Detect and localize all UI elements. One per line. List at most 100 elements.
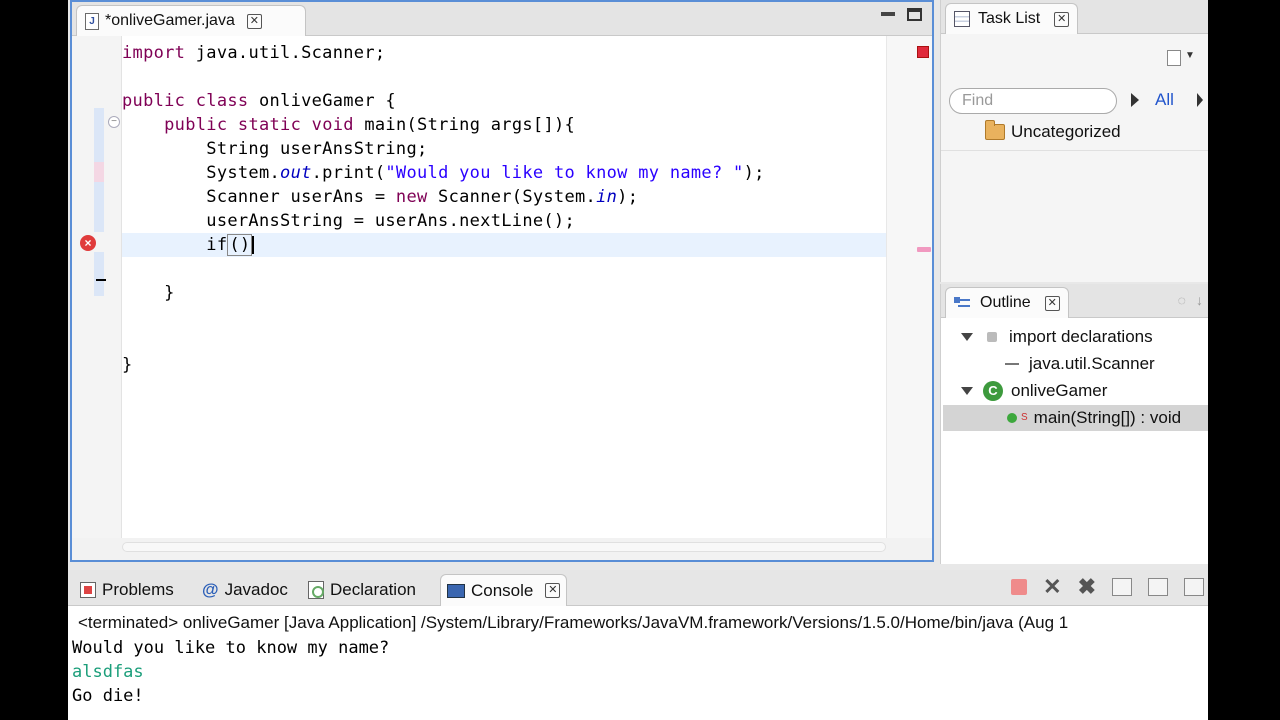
code-line-8-a: if <box>122 235 228 255</box>
remove-launch-icon[interactable]: ✕ <box>1043 576 1061 598</box>
outline-tab-bar: Outline ✕ ◌ ↓ <box>941 284 1208 318</box>
bottom-tab-bar: Problems @ Javadoc Declaration Console ✕… <box>68 570 1208 606</box>
hide-fields-icon[interactable]: ◌ <box>1178 292 1186 308</box>
code-line: } <box>122 281 175 305</box>
error-icon[interactable]: × <box>80 235 96 251</box>
close-icon[interactable]: ✕ <box>545 583 561 598</box>
code-line-6-e: ); <box>617 187 639 207</box>
minimize-icon[interactable] <box>881 12 895 16</box>
close-icon[interactable]: ✕ <box>246 13 262 29</box>
problems-icon <box>80 582 96 598</box>
tree-item-import[interactable]: java.util.Scanner <box>999 351 1155 377</box>
tab-task-list[interactable]: Task List ✕ <box>945 3 1079 34</box>
all-link[interactable]: All <box>1155 90 1174 110</box>
letterbox <box>1208 0 1280 720</box>
outline-title: Outline <box>980 294 1031 311</box>
code-line-6-c: Scanner(System. <box>427 187 597 207</box>
code-line-5-e: ); <box>743 163 765 183</box>
tab-label: Console <box>471 580 534 600</box>
sort-icon[interactable]: ↓ <box>1196 292 1203 308</box>
category-item[interactable]: Uncategorized <box>985 120 1121 142</box>
terminate-icon[interactable] <box>1011 579 1028 595</box>
class-icon: C <box>983 381 1003 401</box>
horizontal-scrollbar[interactable] <box>72 538 932 560</box>
bottom-panel: Problems @ Javadoc Declaration Console ✕… <box>68 570 1208 720</box>
tree-item-method[interactable]: S main(String[]) : void <box>943 405 1208 431</box>
new-task-icon[interactable] <box>1167 50 1181 66</box>
play-icon[interactable] <box>1131 93 1139 107</box>
category-label: Uncategorized <box>1011 122 1121 141</box>
close-icon[interactable]: ✕ <box>1044 295 1060 311</box>
task-list-title: Task List <box>978 10 1041 27</box>
code-text[interactable]: import java.util.Scanner; public class o… <box>122 36 886 538</box>
tree-item-imports[interactable]: import declarations <box>961 324 1153 350</box>
pin-console-icon[interactable] <box>1184 578 1204 596</box>
expand-icon[interactable] <box>961 333 973 341</box>
outline-icon <box>954 295 972 311</box>
maximize-icon[interactable] <box>907 8 922 21</box>
code-line: public class onliveGamer { <box>122 91 396 111</box>
task-list-tab-bar: Task List ✕ <box>941 0 1208 34</box>
console-input-line: alsdfas <box>72 662 144 682</box>
console-lines: Would you like to know my name? alsdfas Go… <box>72 636 1208 708</box>
code-line: userAnsString = userAns.nextLine(); <box>122 209 575 233</box>
tab-javadoc[interactable]: @ Javadoc <box>196 574 294 606</box>
method-icon <box>1007 413 1017 423</box>
declaration-icon <box>308 581 324 599</box>
code-line-4: String userAnsString; <box>122 139 428 159</box>
code-line-5-c: .print( <box>311 163 386 183</box>
code-line-2-rest: onliveGamer { <box>259 91 396 111</box>
code-line-0-rest: java.util.Scanner; <box>195 43 386 63</box>
code-line: } <box>122 353 133 377</box>
console-output-line: Go die! <box>72 686 144 706</box>
tab-label: Javadoc <box>224 580 288 599</box>
find-input[interactable]: Find <box>949 88 1117 114</box>
expand-icon[interactable] <box>961 387 973 395</box>
change-marker <box>94 162 104 182</box>
code-editor[interactable]: − × import java.util.Scanner; public cla… <box>72 36 932 538</box>
tree-item-label: java.util.Scanner <box>1029 354 1155 373</box>
tab-label: Problems <box>102 580 174 599</box>
tab-declaration[interactable]: Declaration <box>302 574 422 606</box>
clear-console-icon[interactable] <box>1112 578 1132 596</box>
code-line: Scanner userAns = new Scanner(System.in)… <box>122 185 638 209</box>
error-summary-marker[interactable] <box>917 46 929 58</box>
code-line-3-rest: main(String args[]){ <box>364 115 576 135</box>
java-file-icon: J <box>85 12 99 30</box>
console-output[interactable]: <terminated> onliveGamer [Java Applicati… <box>72 610 1208 720</box>
task-list-icon <box>954 11 970 27</box>
tab-problems[interactable]: Problems <box>74 574 180 606</box>
code-line-13: } <box>122 355 133 375</box>
error-line-marker[interactable] <box>917 247 931 252</box>
console-output-line: Would you like to know my name? <box>72 638 390 658</box>
code-line: public static void main(String args[]){ <box>122 115 576 135</box>
outline-view: Outline ✕ ◌ ↓ import declarations java.u… <box>940 284 1208 564</box>
close-icon[interactable]: ✕ <box>1054 11 1070 27</box>
tree-item-label: main(String[]) : void <box>1033 408 1182 427</box>
folder-icon <box>985 120 1005 140</box>
code-line-6-a: Scanner userAns = <box>122 187 396 207</box>
editor-pane: J *onliveGamer.java ✕ − × import java.ut… <box>70 0 934 562</box>
console-status: <terminated> onliveGamer [Java Applicati… <box>78 613 1069 632</box>
code-line-7: userAnsString = userAns.nextLine(); <box>122 211 575 231</box>
tab-console[interactable]: Console ✕ <box>440 574 568 606</box>
code-line-8-b: () <box>227 234 253 256</box>
imports-icon <box>983 330 1001 344</box>
change-dash <box>96 279 106 281</box>
tree-item-class[interactable]: C onliveGamer <box>961 378 1107 404</box>
editor-tab[interactable]: J *onliveGamer.java ✕ <box>76 5 306 36</box>
chevron-down-icon[interactable]: ▼ <box>1185 50 1195 61</box>
chevron-right-icon[interactable] <box>1197 93 1203 107</box>
tree-item-label: import declarations <box>1009 327 1153 346</box>
code-line-6-b: new <box>395 187 428 207</box>
code-line: String userAnsString; <box>122 137 428 161</box>
editor-tab-bar: J *onliveGamer.java ✕ <box>72 2 932 36</box>
remove-all-icon[interactable]: ✖ <box>1078 576 1096 598</box>
console-icon <box>447 583 465 598</box>
overview-ruler[interactable] <box>886 36 932 538</box>
tab-outline[interactable]: Outline ✕ <box>945 287 1069 318</box>
fold-icon[interactable]: − <box>108 116 120 128</box>
code-line-5-a: System. <box>122 163 281 183</box>
scroll-lock-icon[interactable] <box>1148 578 1168 596</box>
code-line: System.out.print("Would you like to know… <box>122 161 765 185</box>
